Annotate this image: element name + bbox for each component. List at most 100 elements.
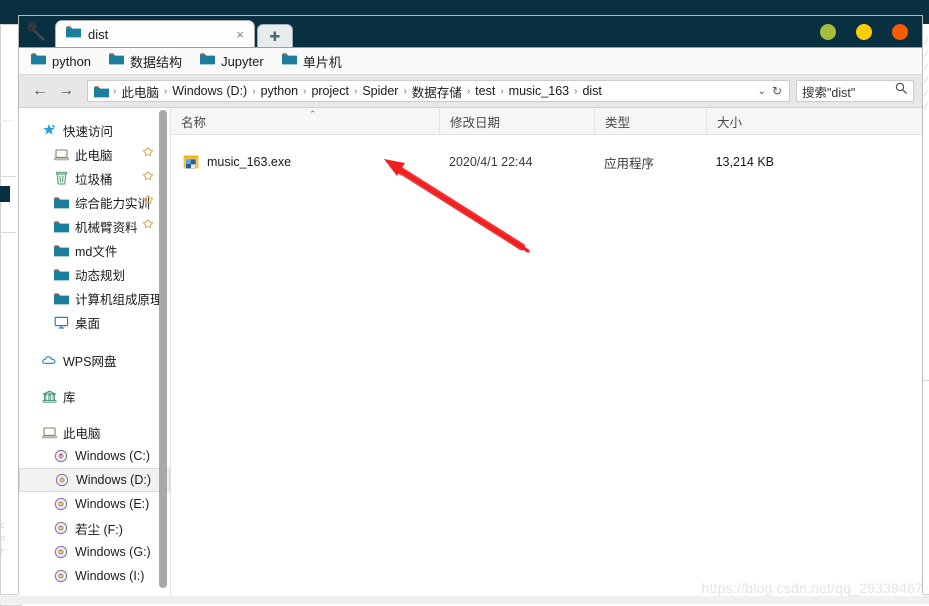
- breadcrumb-separator: ›: [352, 86, 359, 97]
- minimize-button[interactable]: [820, 24, 836, 40]
- drive-icon: [53, 496, 69, 512]
- sidebar-item-comprehensive-training[interactable]: 综合能力实训: [19, 190, 170, 214]
- sidebar-item-ruochen-f[interactable]: 若尘 (F:): [19, 516, 170, 540]
- column-header-type[interactable]: 类型: [594, 108, 706, 134]
- wrench-icon[interactable]: [25, 20, 51, 44]
- favorite-item-python[interactable]: python: [31, 52, 91, 70]
- cloud-icon: [41, 352, 57, 368]
- sidebar-group-this-pc[interactable]: 此电脑: [19, 420, 170, 444]
- sidebar-scrollbar[interactable]: [159, 110, 167, 588]
- breadcrumb-item-project[interactable]: project: [308, 84, 352, 98]
- sidebar-item-windows-e[interactable]: Windows (E:): [19, 492, 170, 516]
- background-divider-a: [0, 120, 14, 121]
- column-header-size[interactable]: 大小: [706, 108, 788, 134]
- breadcrumb-separator: ›: [162, 86, 169, 97]
- forward-button[interactable]: →: [53, 79, 79, 103]
- sidebar-item-windows-d[interactable]: Windows (D:): [19, 468, 170, 492]
- breadcrumb-item-data-storage[interactable]: 数据存储: [409, 82, 465, 101]
- address-toolbar: ← → › 此电脑 › Windows (D:) › python › proj…: [19, 75, 922, 108]
- file-type-cell: 应用程序: [594, 149, 706, 175]
- sidebar-item-label: 机械臂资料: [75, 217, 138, 236]
- favorite-label: python: [52, 54, 91, 69]
- sidebar-item-recycle-bin[interactable]: 垃圾桶: [19, 166, 170, 190]
- file-modified-cell: 2020/4/1 22:44: [439, 149, 594, 175]
- breadcrumb-separator: ›: [250, 86, 257, 97]
- pin-icon[interactable]: [142, 195, 154, 207]
- favorite-item-mcu[interactable]: 单片机: [282, 52, 342, 71]
- sidebar-item-md-files[interactable]: md文件: [19, 238, 170, 262]
- breadcrumb: › 此电脑 › Windows (D:) › python › project …: [111, 82, 754, 101]
- search-placeholder: 搜索"dist": [802, 82, 855, 101]
- folder-icon: [66, 25, 81, 43]
- star-pin-icon: [41, 122, 57, 138]
- favorite-label: 数据结构: [130, 52, 182, 71]
- application-exe-icon: [183, 154, 199, 170]
- favorites-bar: python 数据结构 Jupyter 单片机: [19, 48, 922, 75]
- sidebar-item-label: 计算机组成原理: [75, 289, 163, 308]
- background-dark-block: [0, 186, 10, 202]
- breadcrumb-item-dist[interactable]: dist: [579, 84, 604, 98]
- sidebar-item-dynamic-programming[interactable]: 动态规划: [19, 262, 170, 286]
- drive-system-icon: [53, 448, 69, 464]
- column-label: 名称: [181, 112, 206, 131]
- breadcrumb-item-windows-d[interactable]: Windows (D:): [169, 84, 250, 98]
- breadcrumb-separator: ›: [301, 86, 308, 97]
- sort-ascending-icon: ⌃: [309, 109, 317, 120]
- file-explorer-window: dist × ✚ python 数据结构: [18, 15, 923, 593]
- chevron-down-icon[interactable]: ⌄: [754, 86, 772, 97]
- sidebar-group-quick-access[interactable]: 快速访问: [19, 118, 170, 142]
- breadcrumb-item-python[interactable]: python: [258, 84, 302, 98]
- column-header-modified[interactable]: 修改日期: [439, 108, 594, 134]
- sidebar-item-label: Windows (C:): [75, 449, 150, 463]
- close-button[interactable]: [892, 24, 908, 40]
- sidebar-group-label: 库: [63, 387, 76, 406]
- breadcrumb-separator: ›: [465, 86, 472, 97]
- folder-icon: [53, 290, 69, 306]
- sidebar-group-wps-cloud[interactable]: WPS网盘: [19, 348, 170, 372]
- table-row[interactable]: music_163.exe 2020/4/1 22:44 应用程序 13,214…: [171, 149, 922, 175]
- pin-icon[interactable]: [142, 147, 154, 159]
- sidebar-item-label: 垃圾桶: [75, 169, 113, 188]
- sidebar-item-desktop[interactable]: 桌面: [19, 310, 170, 334]
- refresh-icon[interactable]: ↻: [772, 84, 785, 98]
- sidebar-group-label: WPS网盘: [63, 351, 116, 370]
- sidebar-item-windows-g[interactable]: Windows (G:): [19, 540, 170, 564]
- sidebar-group-library[interactable]: 库: [19, 384, 170, 408]
- sidebar-item-windows-c[interactable]: Windows (C:): [19, 444, 170, 468]
- breadcrumb-item-spider[interactable]: Spider: [359, 84, 401, 98]
- sidebar-item-label: md文件: [75, 241, 117, 260]
- maximize-button[interactable]: [856, 24, 872, 40]
- search-input[interactable]: 搜索"dist": [796, 80, 914, 102]
- breadcrumb-separator: ›: [111, 86, 118, 97]
- folder-icon: [31, 52, 46, 70]
- back-button[interactable]: ←: [27, 79, 53, 103]
- sidebar-item-robot-arm-materials[interactable]: 机械臂资料: [19, 214, 170, 238]
- address-bar[interactable]: › 此电脑 › Windows (D:) › python › project …: [87, 80, 790, 102]
- sidebar-item-windows-i[interactable]: Windows (I:): [19, 564, 170, 588]
- breadcrumb-item-test[interactable]: test: [472, 84, 498, 98]
- sidebar-item-this-pc[interactable]: 此电脑: [19, 142, 170, 166]
- column-header-name[interactable]: 名称: [171, 108, 439, 134]
- file-list-pane: 名称 修改日期 类型 大小 ⌃: [171, 108, 922, 596]
- pin-icon[interactable]: [142, 171, 154, 183]
- folder-icon: [109, 52, 124, 70]
- sidebar-item-label: 此电脑: [75, 145, 113, 164]
- breadcrumb-item-music-163[interactable]: music_163: [506, 84, 572, 98]
- close-icon[interactable]: ×: [232, 27, 248, 42]
- background-divider-b: [0, 176, 16, 177]
- drive-icon: [53, 568, 69, 584]
- breadcrumb-item-this-pc[interactable]: 此电脑: [118, 82, 162, 101]
- tab-dist[interactable]: dist ×: [55, 20, 255, 47]
- favorite-item-data-structures[interactable]: 数据结构: [109, 52, 182, 71]
- folder-icon: [282, 52, 297, 70]
- pin-icon[interactable]: [142, 219, 154, 231]
- favorite-label: Jupyter: [221, 54, 264, 69]
- sidebar-item-label: 桌面: [75, 313, 100, 332]
- explorer-body: 快速访问 此电脑: [19, 108, 922, 596]
- favorite-item-jupyter[interactable]: Jupyter: [200, 52, 264, 70]
- sidebar-item-computer-organization[interactable]: 计算机组成原理: [19, 286, 170, 310]
- desktop-icon: [53, 314, 69, 330]
- breadcrumb-separator: ›: [401, 86, 408, 97]
- breadcrumb-separator: ›: [498, 86, 505, 97]
- new-tab-button[interactable]: ✚: [257, 24, 293, 47]
